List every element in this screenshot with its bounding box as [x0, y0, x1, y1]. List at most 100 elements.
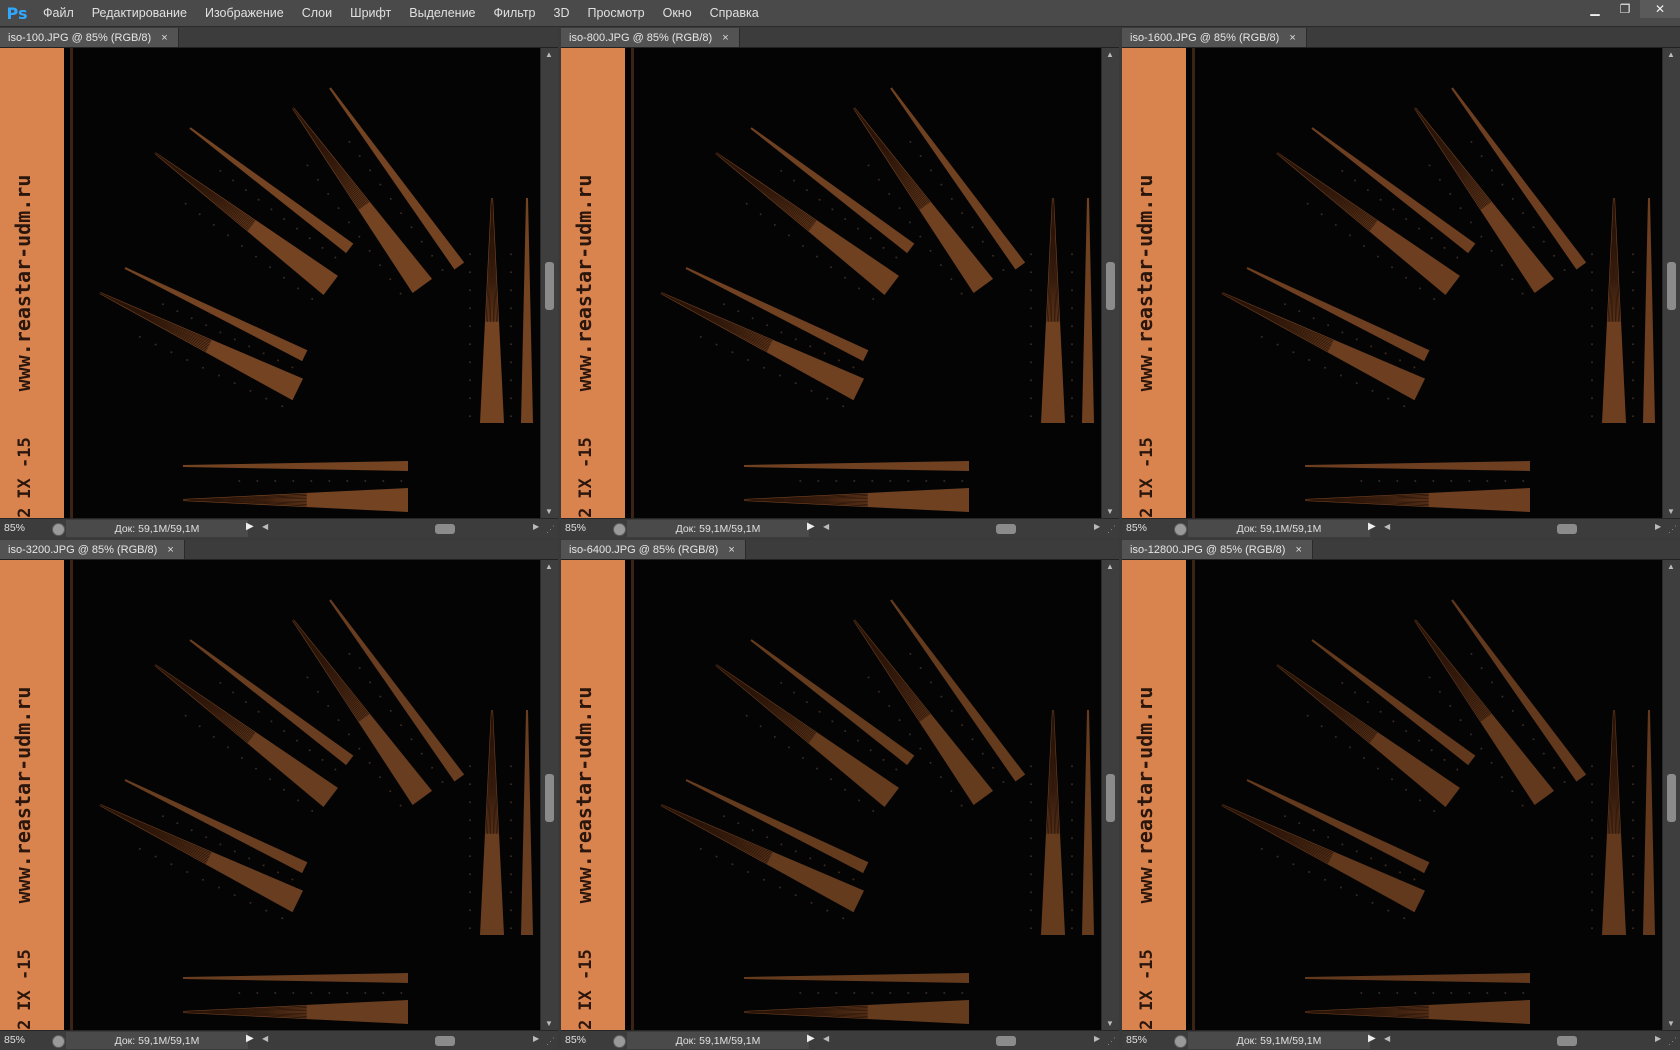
horizontal-scrollbar-thumb[interactable]: [1557, 1036, 1577, 1046]
resize-grip-icon[interactable]: ⋰: [1668, 1036, 1677, 1047]
scroll-left-icon[interactable]: ◀: [262, 522, 268, 531]
scroll-left-icon[interactable]: ◀: [823, 1034, 829, 1043]
horizontal-scrollbar-thumb[interactable]: [435, 524, 455, 534]
scroll-left-icon[interactable]: ◀: [262, 1034, 268, 1043]
resize-grip-icon[interactable]: ⋰: [546, 524, 555, 535]
status-menu-icon[interactable]: [613, 1035, 626, 1048]
close-tab-icon[interactable]: ×: [167, 544, 173, 556]
scroll-right-icon[interactable]: ▶: [533, 522, 539, 531]
menu-view[interactable]: Просмотр: [579, 0, 654, 26]
close-tab-icon[interactable]: ×: [1289, 32, 1295, 44]
scrollbar-thumb[interactable]: [545, 774, 554, 822]
scrollbar-thumb[interactable]: [1106, 774, 1115, 822]
scroll-up-icon[interactable]: ▲: [545, 50, 553, 59]
scrollbar-thumb[interactable]: [1667, 262, 1676, 310]
image-canvas[interactable]: www.reastar-udm.ru IX -15 -72: [561, 48, 1101, 518]
resize-grip-icon[interactable]: ⋰: [1107, 524, 1116, 535]
scroll-left-icon[interactable]: ◀: [1384, 522, 1390, 531]
status-menu-icon[interactable]: [52, 523, 65, 536]
status-expand-icon[interactable]: ▶: [246, 1033, 254, 1044]
close-tab-icon[interactable]: ×: [1295, 544, 1301, 556]
zoom-level[interactable]: 85%: [565, 522, 586, 534]
resize-grip-icon[interactable]: ⋰: [546, 1036, 555, 1047]
image-canvas[interactable]: www.reastar-udm.ru IX -15 -72: [1122, 48, 1662, 518]
document-tab[interactable]: iso-100.JPG @ 85% (RGB/8) ×: [0, 28, 179, 47]
menu-edit[interactable]: Редактирование: [83, 0, 196, 26]
scroll-right-icon[interactable]: ▶: [533, 1034, 539, 1043]
close-tab-icon[interactable]: ×: [722, 32, 728, 44]
status-expand-icon[interactable]: ▶: [1368, 521, 1376, 532]
document-tab[interactable]: iso-1600.JPG @ 85% (RGB/8) ×: [1122, 28, 1307, 47]
menu-file[interactable]: Файл: [34, 0, 83, 26]
scroll-right-icon[interactable]: ▶: [1655, 522, 1661, 531]
document-tabbar: iso-3200.JPG @ 85% (RGB/8) ×: [0, 540, 558, 560]
horizontal-scrollbar-thumb[interactable]: [996, 524, 1016, 534]
status-expand-icon[interactable]: ▶: [246, 521, 254, 532]
scroll-up-icon[interactable]: ▲: [1667, 50, 1675, 59]
scroll-down-icon[interactable]: ▼: [1667, 507, 1675, 516]
menu-type[interactable]: Шрифт: [341, 0, 400, 26]
horizontal-scrollbar-thumb[interactable]: [435, 1036, 455, 1046]
status-expand-icon[interactable]: ▶: [807, 521, 815, 532]
status-menu-icon[interactable]: [1174, 1035, 1187, 1048]
scroll-down-icon[interactable]: ▼: [1667, 1019, 1675, 1028]
minimize-button[interactable]: ▁: [1580, 0, 1610, 18]
zoom-level[interactable]: 85%: [4, 522, 25, 534]
status-menu-icon[interactable]: [1174, 523, 1187, 536]
vertical-scrollbar[interactable]: ▲ ▼: [1662, 560, 1680, 1030]
close-window-button[interactable]: ✕: [1640, 0, 1680, 18]
close-tab-icon[interactable]: ×: [161, 32, 167, 44]
document-tab[interactable]: iso-12800.JPG @ 85% (RGB/8) ×: [1122, 540, 1313, 559]
image-canvas[interactable]: www.reastar-udm.ru IX -15 -72: [0, 560, 540, 1030]
image-canvas[interactable]: www.reastar-udm.ru IX -15 -72: [0, 48, 540, 518]
status-menu-icon[interactable]: [52, 1035, 65, 1048]
scroll-right-icon[interactable]: ▶: [1655, 1034, 1661, 1043]
scroll-down-icon[interactable]: ▼: [545, 1019, 553, 1028]
zoom-level[interactable]: 85%: [565, 1034, 586, 1046]
scroll-down-icon[interactable]: ▼: [1106, 507, 1114, 516]
document-tab[interactable]: iso-6400.JPG @ 85% (RGB/8) ×: [561, 540, 746, 559]
scroll-left-icon[interactable]: ◀: [1384, 1034, 1390, 1043]
horizontal-scrollbar-thumb[interactable]: [996, 1036, 1016, 1046]
scrollbar-thumb[interactable]: [545, 262, 554, 310]
document-tab[interactable]: iso-3200.JPG @ 85% (RGB/8) ×: [0, 540, 185, 559]
close-tab-icon[interactable]: ×: [728, 544, 734, 556]
scroll-up-icon[interactable]: ▲: [1106, 562, 1114, 571]
menu-filter[interactable]: Фильтр: [485, 0, 545, 26]
vertical-scrollbar[interactable]: ▲ ▼: [540, 560, 558, 1030]
scroll-left-icon[interactable]: ◀: [823, 522, 829, 531]
zoom-level[interactable]: 85%: [1126, 1034, 1147, 1046]
menu-help[interactable]: Справка: [701, 0, 768, 26]
vertical-scrollbar[interactable]: ▲ ▼: [540, 48, 558, 518]
restore-button[interactable]: ❐: [1610, 0, 1640, 18]
scroll-down-icon[interactable]: ▼: [1106, 1019, 1114, 1028]
menu-select[interactable]: Выделение: [400, 0, 484, 26]
scrollbar-thumb[interactable]: [1667, 774, 1676, 822]
zoom-level[interactable]: 85%: [1126, 522, 1147, 534]
status-expand-icon[interactable]: ▶: [807, 1033, 815, 1044]
scroll-up-icon[interactable]: ▲: [1667, 562, 1675, 571]
image-canvas[interactable]: www.reastar-udm.ru IX -15 -72: [561, 560, 1101, 1030]
horizontal-scrollbar-thumb[interactable]: [1557, 524, 1577, 534]
menu-3d[interactable]: 3D: [545, 0, 579, 26]
menu-window[interactable]: Окно: [654, 0, 701, 26]
scroll-right-icon[interactable]: ▶: [1094, 522, 1100, 531]
resize-grip-icon[interactable]: ⋰: [1668, 524, 1677, 535]
menu-image[interactable]: Изображение: [196, 0, 293, 26]
scroll-up-icon[interactable]: ▲: [545, 562, 553, 571]
vertical-scrollbar[interactable]: ▲ ▼: [1662, 48, 1680, 518]
scroll-up-icon[interactable]: ▲: [1106, 50, 1114, 59]
vertical-scrollbar[interactable]: ▲ ▼: [1101, 48, 1119, 518]
resize-grip-icon[interactable]: ⋰: [1107, 1036, 1116, 1047]
status-menu-icon[interactable]: [613, 523, 626, 536]
scrollbar-thumb[interactable]: [1106, 262, 1115, 310]
status-expand-icon[interactable]: ▶: [1368, 1033, 1376, 1044]
scroll-right-icon[interactable]: ▶: [1094, 1034, 1100, 1043]
ruler-edge-line: [70, 560, 73, 1030]
zoom-level[interactable]: 85%: [4, 1034, 25, 1046]
menu-layers[interactable]: Слои: [293, 0, 341, 26]
vertical-scrollbar[interactable]: ▲ ▼: [1101, 560, 1119, 1030]
image-canvas[interactable]: www.reastar-udm.ru IX -15 -72: [1122, 560, 1662, 1030]
scroll-down-icon[interactable]: ▼: [545, 507, 553, 516]
document-tab[interactable]: iso-800.JPG @ 85% (RGB/8) ×: [561, 28, 740, 47]
